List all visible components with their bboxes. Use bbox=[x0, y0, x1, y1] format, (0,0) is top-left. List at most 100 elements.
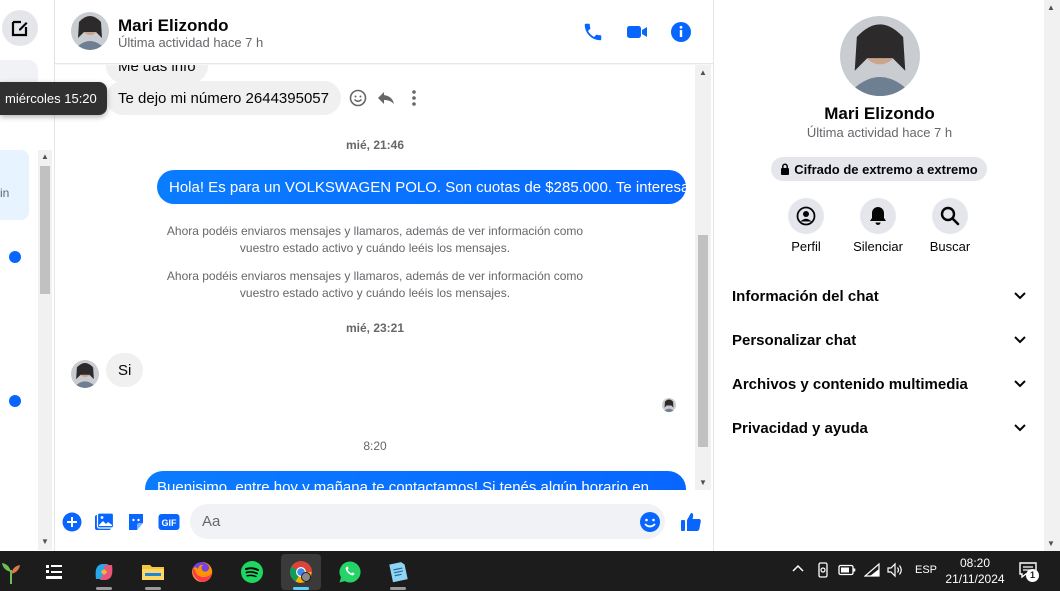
mute-action[interactable]: Silenciar bbox=[846, 198, 910, 254]
conversation-preview-fragment: in bbox=[0, 186, 10, 200]
profile-action[interactable]: Perfil bbox=[774, 198, 838, 254]
lock-icon bbox=[781, 163, 790, 175]
plant-icon bbox=[2, 563, 20, 584]
search-icon bbox=[940, 206, 960, 226]
conversation-item-selected[interactable]: in bbox=[0, 150, 29, 220]
gif-button[interactable]: GIF bbox=[157, 511, 181, 533]
avatar[interactable] bbox=[71, 360, 99, 388]
attach-photo-button[interactable] bbox=[93, 511, 115, 533]
volume-icon[interactable] bbox=[886, 562, 904, 581]
phone-icon bbox=[584, 23, 602, 41]
notification-count-badge: 1 bbox=[1026, 569, 1039, 582]
profile-avatar[interactable] bbox=[840, 16, 920, 96]
new-message-button[interactable] bbox=[2, 10, 38, 46]
profile-icon bbox=[796, 206, 816, 226]
emoji-icon bbox=[640, 512, 660, 532]
profile-status: Última actividad hace 7 h bbox=[806, 125, 953, 140]
section-customize-chat[interactable]: Personalizar chat bbox=[724, 320, 1034, 360]
action-label: Buscar bbox=[929, 239, 971, 254]
chevron-down-icon bbox=[1014, 336, 1026, 344]
chevron-down-icon bbox=[1014, 292, 1026, 300]
taskbar-whatsapp[interactable] bbox=[330, 554, 370, 590]
battery-icon[interactable] bbox=[838, 564, 856, 579]
chat-header: Mari Elizondo Última actividad hace 7 h bbox=[55, 0, 713, 64]
conversation-list-scrollbar[interactable]: ▲ ▼ bbox=[38, 150, 52, 550]
tray-overflow-chevron-icon[interactable] bbox=[791, 561, 805, 578]
firefox-icon bbox=[192, 561, 213, 582]
clock-time: 08:20 bbox=[959, 556, 991, 570]
gif-icon: GIF bbox=[158, 514, 180, 530]
message-bubble-outgoing[interactable]: Hola! Es para un VOLKSWAGEN POLO. Son cu… bbox=[157, 170, 695, 204]
taskbar-copilot[interactable] bbox=[84, 554, 124, 590]
folder-icon bbox=[142, 565, 164, 580]
running-indicator bbox=[145, 587, 161, 590]
section-privacy-support[interactable]: Privacidad y ayuda bbox=[724, 408, 1034, 448]
scroll-up-arrow-icon[interactable]: ▲ bbox=[698, 68, 708, 77]
scroll-down-arrow-icon[interactable]: ▼ bbox=[1047, 539, 1055, 548]
message-input[interactable] bbox=[190, 504, 665, 539]
input-language-indicator[interactable]: ESP bbox=[915, 564, 937, 576]
emoji-button[interactable] bbox=[639, 511, 661, 533]
message-thread-scrollbar[interactable]: ▲ ▼ bbox=[695, 65, 711, 490]
page-scrollbar[interactable]: ▲ ▼ bbox=[1044, 0, 1060, 551]
scroll-up-arrow-icon[interactable]: ▲ bbox=[1047, 3, 1055, 12]
thumbs-up-icon bbox=[681, 513, 701, 531]
more-options-button[interactable] bbox=[403, 87, 425, 109]
conversation-info-button[interactable] bbox=[667, 18, 695, 46]
notification-center-button[interactable]: 1 bbox=[1018, 561, 1039, 582]
last-active-status: Última actividad hace 7 h bbox=[118, 35, 264, 50]
message-bubble-outgoing[interactable]: Buenisimo, entre hoy y mañana te contact… bbox=[145, 471, 686, 490]
contact-name[interactable]: Mari Elizondo bbox=[118, 16, 229, 36]
system-message: Ahora podéis enviaros mensajes y llamaro… bbox=[166, 224, 584, 255]
react-button[interactable] bbox=[347, 87, 369, 109]
section-label: Personalizar chat bbox=[732, 331, 857, 349]
read-receipt-avatar bbox=[662, 398, 676, 412]
compose-icon bbox=[11, 20, 28, 37]
more-actions-button[interactable] bbox=[61, 511, 83, 533]
taskbar-spotify[interactable] bbox=[232, 554, 272, 590]
timestamp-separator: 8:20 bbox=[363, 439, 387, 453]
unread-dot bbox=[9, 251, 21, 263]
reply-button[interactable] bbox=[375, 87, 397, 109]
scroll-down-arrow-icon[interactable]: ▼ bbox=[698, 478, 708, 487]
encryption-badge[interactable]: Cifrado de extremo a extremo bbox=[771, 157, 987, 181]
scroll-up-arrow-icon[interactable]: ▲ bbox=[40, 152, 50, 162]
section-media-files[interactable]: Archivos y contenido multimedia bbox=[724, 364, 1034, 404]
scroll-down-arrow-icon[interactable]: ▼ bbox=[40, 537, 50, 547]
clock[interactable]: 08:20 21/11/2024 bbox=[936, 555, 1014, 587]
action-label: Silenciar bbox=[853, 239, 903, 254]
plus-circle-icon bbox=[62, 512, 82, 532]
message-bubble-incoming[interactable]: Te dejo mi número 2644395057 bbox=[106, 81, 341, 115]
running-indicator bbox=[96, 587, 112, 590]
audio-call-button[interactable] bbox=[579, 18, 607, 46]
message-bubble-incoming[interactable]: Si bbox=[106, 353, 144, 387]
avatar[interactable] bbox=[71, 12, 109, 50]
scrollbar-thumb[interactable] bbox=[698, 235, 708, 447]
bell-icon bbox=[870, 207, 886, 225]
message-thread: Me das info Te dejo mi número 2644395057… bbox=[55, 65, 695, 490]
chrome-icon bbox=[290, 561, 312, 583]
taskbar-notepad[interactable] bbox=[378, 554, 418, 590]
tray-device-icon[interactable] bbox=[816, 562, 830, 581]
like-button[interactable] bbox=[679, 511, 703, 533]
image-icon bbox=[95, 512, 114, 530]
taskbar-file-explorer[interactable] bbox=[133, 554, 173, 590]
taskbar-firefox[interactable] bbox=[182, 554, 222, 590]
spotify-icon bbox=[241, 561, 263, 583]
section-chat-info[interactable]: Información del chat bbox=[724, 276, 1034, 316]
whatsapp-icon bbox=[339, 561, 361, 583]
sticker-button[interactable] bbox=[125, 511, 147, 533]
taskbar-task-view[interactable] bbox=[34, 554, 74, 590]
taskbar-app-widget[interactable] bbox=[0, 554, 28, 590]
running-indicator bbox=[390, 587, 406, 590]
info-icon bbox=[671, 22, 691, 42]
unread-dot bbox=[9, 395, 21, 407]
video-call-button[interactable] bbox=[623, 18, 651, 46]
clock-date: 21/11/2024 bbox=[945, 572, 1005, 586]
search-action[interactable]: Buscar bbox=[918, 198, 982, 254]
taskbar-chrome[interactable] bbox=[281, 554, 321, 590]
notepad-icon bbox=[389, 562, 408, 583]
wifi-icon[interactable] bbox=[863, 562, 880, 580]
scrollbar-thumb[interactable] bbox=[40, 166, 50, 294]
reply-arrow-icon bbox=[378, 92, 394, 104]
